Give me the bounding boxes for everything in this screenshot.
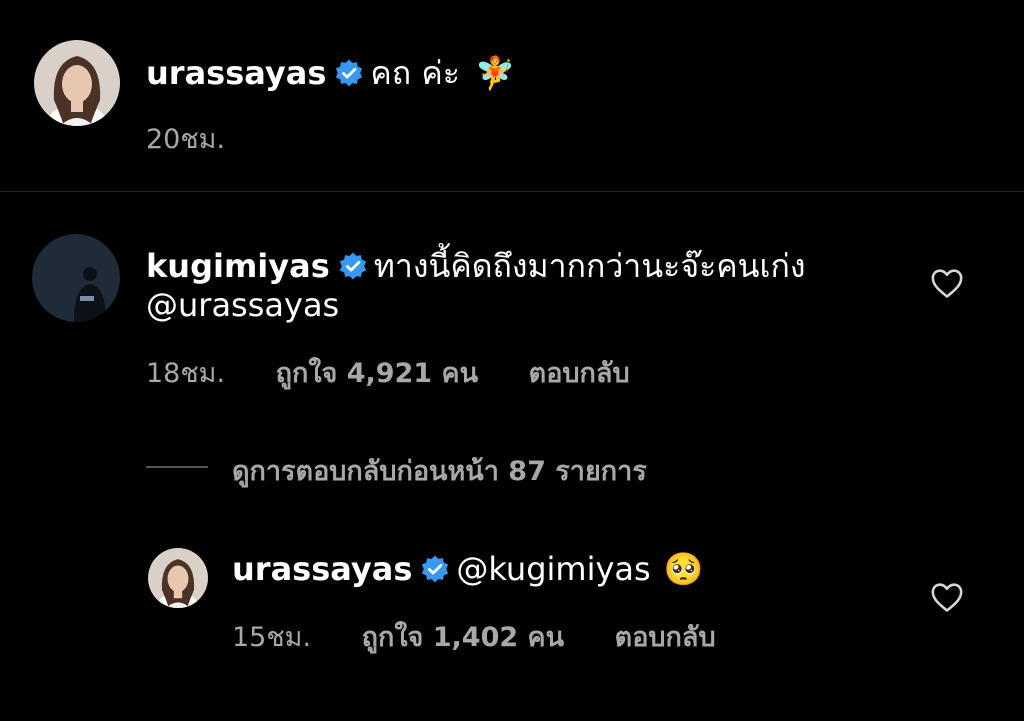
pleading-face-emoji-icon: 🥺: [663, 550, 704, 588]
reply-text[interactable]: @kugimiyas: [456, 550, 650, 588]
caption-time: 20ชม.: [146, 124, 226, 155]
verified-badge-icon: [422, 555, 449, 583]
comment-heart-icon[interactable]: [930, 267, 966, 301]
comment-likes[interactable]: ถูกใจ 4,921 คน: [276, 358, 478, 389]
reply-reply-button[interactable]: ตอบกลับ: [615, 622, 716, 653]
caption-text: คถ ค่ะ: [370, 54, 460, 92]
comment-line-1: kugimiyas ทางนี้คิดถึงมากกว่านะจ๊ะคนเก่ง: [146, 241, 805, 292]
reply-line: urassayas @kugimiyas 🥺: [232, 550, 704, 588]
section-divider: [0, 191, 1024, 192]
reply-likes[interactable]: ถูกใจ 1,402 คน: [362, 622, 564, 653]
reply-heart-icon[interactable]: [930, 581, 966, 615]
fairy-emoji-icon: 🧚: [475, 54, 515, 92]
reply-time: 15ชม.: [232, 622, 312, 653]
comment-meta: 18ชม. ถูกใจ 4,921 คน ตอบกลับ: [146, 351, 630, 394]
view-replies-button[interactable]: ดูการตอบกลับก่อนหน้า 87 รายการ: [232, 449, 647, 492]
comment-avatar[interactable]: [32, 234, 120, 322]
replies-line: [146, 466, 208, 468]
caption-username[interactable]: urassayas: [146, 54, 326, 92]
caption-line: urassayas คถ ค่ะ 🧚: [146, 48, 515, 99]
verified-badge-icon: [339, 252, 366, 280]
comment-reply-button[interactable]: ตอบกลับ: [529, 358, 630, 389]
comment-mention[interactable]: @urassayas: [146, 286, 339, 324]
verified-badge-icon: [336, 59, 363, 87]
caption-avatar[interactable]: [34, 40, 120, 126]
comment-username[interactable]: kugimiyas: [146, 247, 330, 285]
comment-text: ทางนี้คิดถึงมากกว่านะจ๊ะคนเก่ง: [373, 247, 806, 285]
reply-username[interactable]: urassayas: [232, 550, 412, 588]
comment-time: 18ชม.: [146, 358, 226, 389]
view-replies-label: ดูการตอบกลับก่อนหน้า 87 รายการ: [232, 456, 647, 487]
reply-meta: 15ชม. ถูกใจ 1,402 คน ตอบกลับ: [232, 615, 716, 658]
reply-avatar[interactable]: [148, 548, 208, 608]
